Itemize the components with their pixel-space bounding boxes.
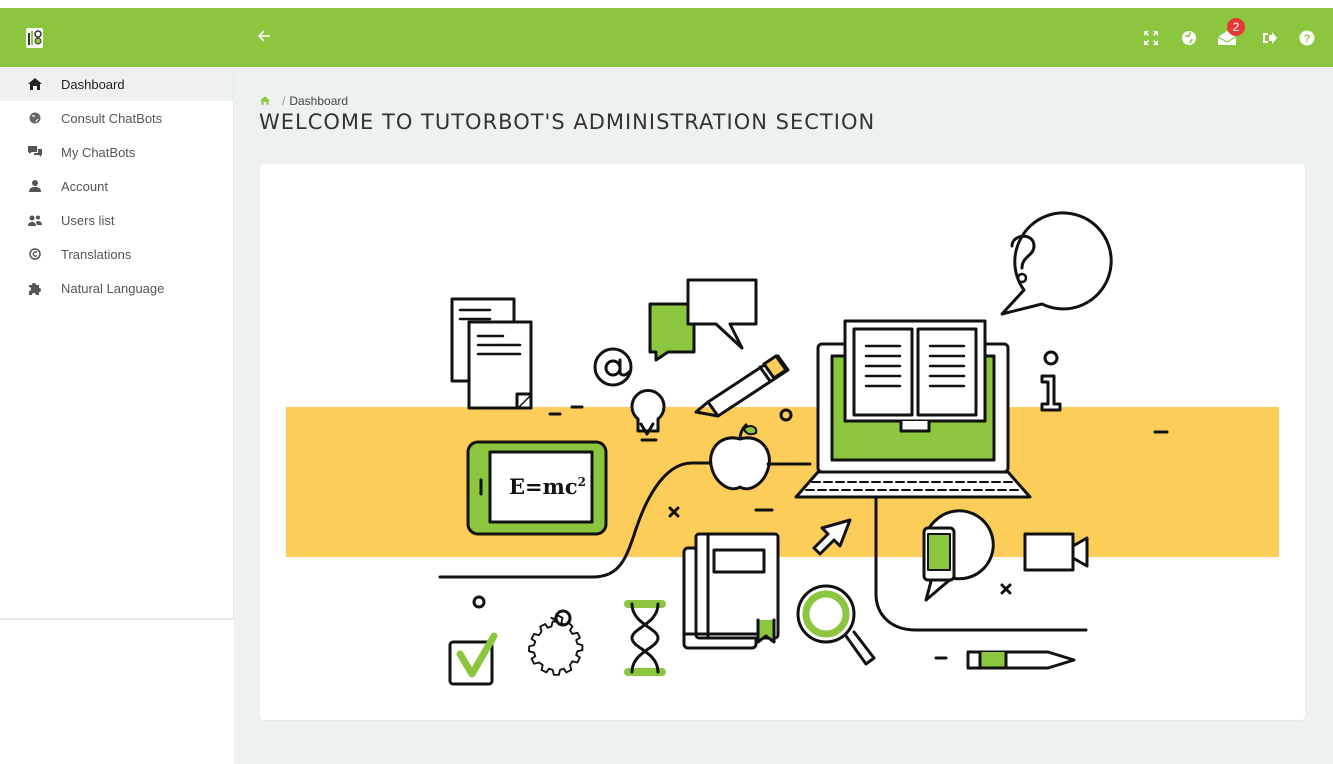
svg-text:?: ? (1304, 33, 1311, 45)
sidebar-item-account[interactable]: Account (0, 169, 233, 203)
user-icon (28, 179, 42, 193)
tablet-icon: E=mc2 (466, 440, 608, 536)
gear-icon (528, 609, 584, 676)
chat-bubbles-icon (648, 278, 758, 362)
sidebar-item-dashboard[interactable]: Dashboard (0, 67, 233, 101)
top-icons: 2 ? (1141, 8, 1333, 67)
formula-text: E=mc (509, 474, 578, 499)
at-sign-icon (593, 347, 633, 387)
magnifier-icon (796, 584, 876, 666)
sidebar-item-label: Translations (61, 246, 132, 262)
envelope-icon[interactable]: 2 (1217, 17, 1245, 48)
comments-icon (28, 145, 42, 159)
sign-out-icon[interactable] (1259, 28, 1279, 48)
fullscreen-icon[interactable] (1141, 28, 1161, 48)
formula-superscript: 2 (578, 475, 586, 489)
open-book-icon (843, 319, 987, 433)
sidebar-item-consult-chatbots[interactable]: Consult ChatBots (0, 101, 233, 135)
svg-text:E=mc2: E=mc2 (509, 474, 586, 499)
sidebar-item-label: Natural Language (61, 280, 165, 296)
home-icon (28, 77, 42, 91)
sidebar-item-translations[interactable]: Translations (0, 237, 233, 271)
puzzle-icon (28, 281, 42, 295)
breadcrumb-current: Dashboard (289, 94, 349, 108)
sidebar-item-label: Account (61, 178, 108, 194)
notification-badge: 2 (1227, 17, 1245, 36)
sidebar-item-label: Users list (61, 212, 115, 228)
phone-bubble-icon (922, 509, 995, 602)
checkbox-icon (448, 632, 498, 686)
sidebar-item-my-chatbots[interactable]: My ChatBots (0, 135, 233, 169)
pencil-icon (966, 650, 1076, 670)
yellow-band (286, 407, 1279, 557)
documents-icon (450, 297, 533, 410)
notebook-icon (682, 532, 780, 650)
breadcrumb: / Dashboard (260, 94, 348, 108)
sidebar: Dashboard Consult ChatBots My ChatBots A… (0, 67, 234, 620)
info-icon (1040, 350, 1062, 412)
sidebar-item-natural-language[interactable]: Natural Language (0, 271, 233, 305)
sidebar-item-users-list[interactable]: Users list (0, 203, 233, 237)
education-illustration: E=mc2 (286, 211, 1279, 686)
logo[interactable] (0, 8, 234, 67)
home-icon[interactable] (260, 94, 270, 108)
main-content: / Dashboard WELCOME TO TUTORBOT'S ADMINI… (234, 67, 1333, 764)
sidebar-item-label: Consult ChatBots (61, 110, 163, 126)
top-bar: 2 ? (0, 8, 1333, 67)
dashboard-card: E=mc2 (260, 164, 1305, 720)
globe-icon (28, 111, 42, 125)
back-arrow-icon[interactable] (256, 24, 276, 48)
sidebar-item-label: Dashboard (61, 76, 125, 92)
copyright-icon (28, 247, 42, 261)
users-icon (28, 213, 42, 227)
sidebar-item-label: My ChatBots (61, 144, 136, 160)
globe-icon[interactable] (1179, 28, 1199, 48)
breadcrumb-separator: / (282, 94, 286, 108)
hourglass-icon (624, 600, 666, 676)
logo-icon (26, 27, 43, 48)
page-title: WELCOME TO TUTORBOT'S ADMINISTRATION SEC… (259, 110, 876, 134)
help-icon[interactable]: ? (1297, 28, 1317, 48)
question-bubble-icon (1000, 211, 1113, 316)
